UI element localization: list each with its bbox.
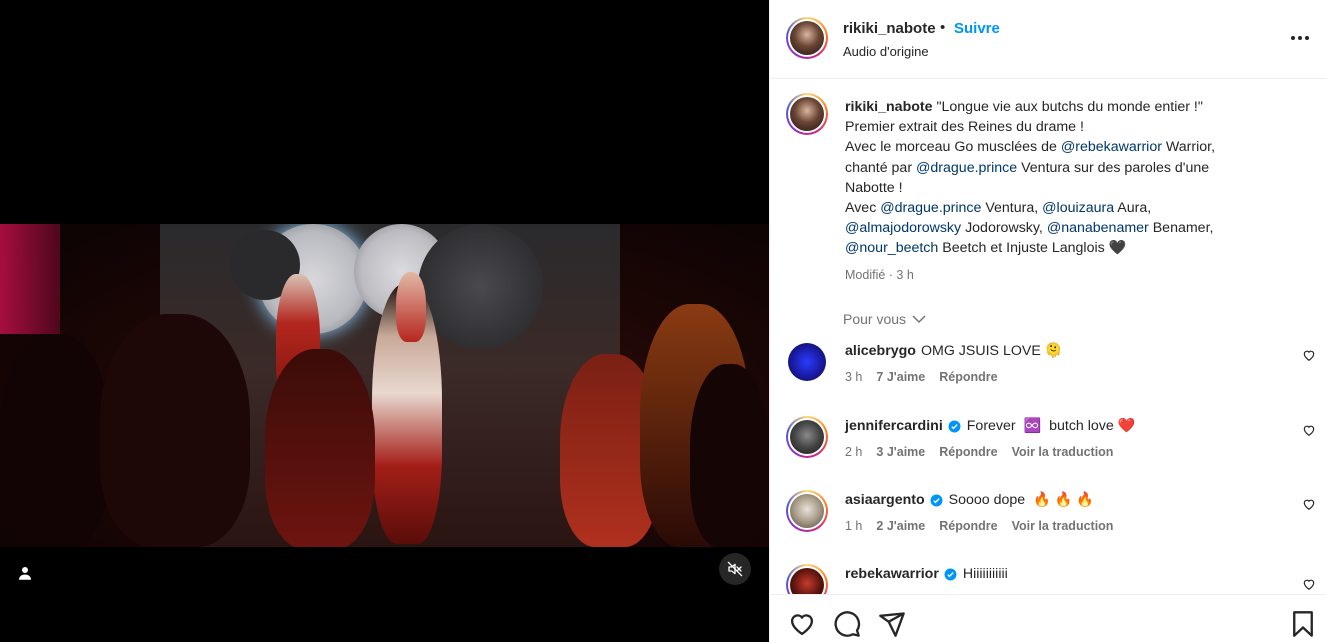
caption-text: rikiki_nabote "Longue vie aux butchs du … bbox=[845, 97, 1285, 259]
caption-line: Avec le morceau Go musclées de bbox=[845, 139, 1061, 156]
reply-button[interactable]: Répondre bbox=[939, 445, 997, 459]
avatar[interactable] bbox=[786, 416, 828, 458]
avatar[interactable] bbox=[786, 341, 828, 383]
comment-username[interactable]: asiaargento bbox=[845, 492, 925, 508]
caption-line: chanté par bbox=[845, 159, 916, 176]
comment-text: Soooo dope bbox=[948, 492, 1026, 508]
post-header: rikiki_nabote • Suivre Audio d'origine bbox=[770, 0, 1327, 79]
comment-username[interactable]: jennifercardini bbox=[845, 418, 943, 434]
caption-username[interactable]: rikiki_nabote bbox=[845, 99, 933, 115]
reply-button[interactable]: Répondre bbox=[939, 370, 997, 384]
avatar[interactable] bbox=[786, 17, 828, 59]
see-translation-button[interactable]: Voir la traduction bbox=[1012, 519, 1114, 533]
caption-line: Beetch et Injuste Langlois bbox=[938, 240, 1109, 257]
bookmark-icon[interactable] bbox=[1289, 610, 1317, 638]
heart-icon[interactable] bbox=[1302, 423, 1316, 437]
comment-likes[interactable]: 2 J'aime bbox=[876, 519, 925, 533]
caption-line: Jodorowsky, bbox=[961, 220, 1047, 237]
sort-label: Pour vous bbox=[843, 311, 907, 327]
reply-button[interactable]: Répondre bbox=[939, 519, 997, 533]
caption-line: Benamer, bbox=[1148, 220, 1214, 237]
caption-line: Warrior, bbox=[1161, 139, 1216, 156]
comment-time: 3 h bbox=[845, 370, 863, 384]
fire-emoji: 🔥 🔥 🔥 bbox=[1033, 492, 1094, 508]
post-author-username[interactable]: rikiki_nabote bbox=[843, 20, 936, 37]
audience-member bbox=[100, 314, 250, 547]
caption-line: Aura, bbox=[1114, 200, 1152, 217]
caption-line: Premier extrait des Reines du drame ! bbox=[845, 119, 1084, 136]
comment-icon[interactable] bbox=[833, 610, 861, 638]
original-audio-link[interactable]: Audio d'origine bbox=[843, 44, 929, 59]
comment-text: OMG JSUIS LOVE bbox=[920, 343, 1041, 359]
mention-link[interactable]: @nanabenamer bbox=[1047, 220, 1149, 236]
mention-link[interactable]: @louizaura bbox=[1042, 200, 1114, 216]
post-action-bar bbox=[770, 594, 1326, 642]
muted-speaker-icon bbox=[727, 561, 743, 577]
black-heart-emoji: 🖤 bbox=[1108, 240, 1127, 257]
comment-text: Hiiiiiiiiiii bbox=[962, 566, 1008, 582]
melting-face-emoji: 🫠 bbox=[1044, 343, 1063, 359]
heart-icon[interactable] bbox=[1302, 348, 1316, 362]
stage-light bbox=[0, 224, 60, 334]
heart-icon[interactable] bbox=[1302, 497, 1316, 511]
mention-link[interactable]: @rebekawarrior bbox=[1061, 139, 1162, 155]
comment-item: jennifercardini Forever ♾️ butch love ❤️… bbox=[770, 416, 1326, 476]
comment-likes[interactable]: 7 J'aime bbox=[876, 370, 925, 384]
caption-line: Nabotte ! bbox=[845, 179, 903, 196]
verified-badge-icon bbox=[944, 568, 957, 580]
send-icon[interactable] bbox=[878, 610, 906, 638]
verified-badge-icon bbox=[948, 420, 961, 432]
caption-line: Ventura, bbox=[981, 200, 1043, 217]
audience-member bbox=[265, 349, 375, 547]
verified-badge-icon bbox=[930, 494, 943, 506]
avatar[interactable] bbox=[786, 93, 828, 135]
chevron-down-icon bbox=[912, 315, 926, 324]
mention-link[interactable]: @nour_beetch bbox=[845, 240, 938, 256]
comment-time: 1 h bbox=[845, 519, 863, 533]
comment-item: asiaargento Soooo dope 🔥 🔥 🔥 1 h 2 J'aim… bbox=[770, 490, 1326, 550]
caption-line: Ventura sur des paroles d'une bbox=[1017, 159, 1210, 176]
user-tag-icon[interactable] bbox=[16, 564, 34, 582]
red-heart-emoji: ❤️ bbox=[1117, 418, 1136, 434]
mention-link[interactable]: @drague.prince bbox=[880, 200, 981, 216]
comment-text: Forever bbox=[966, 418, 1016, 434]
heart-icon[interactable] bbox=[1302, 577, 1316, 591]
post-side-panel: rikiki_nabote • Suivre Audio d'origine r… bbox=[769, 0, 1327, 642]
heart-icon[interactable] bbox=[788, 610, 816, 638]
caption-timestamp: Modifié · 3 h bbox=[845, 268, 914, 282]
comment-time: 2 h bbox=[845, 445, 863, 459]
caption-line: Avec bbox=[845, 200, 881, 217]
comment-username[interactable]: rebekawarrior bbox=[845, 566, 939, 582]
avatar[interactable] bbox=[786, 564, 828, 594]
mute-button[interactable] bbox=[719, 553, 751, 585]
performer bbox=[396, 272, 426, 342]
comment-item: rebekawarrior Hiiiiiiiiiii bbox=[770, 564, 1326, 594]
caption-line: "Longue vie aux butchs du monde entier !… bbox=[932, 99, 1203, 115]
comment-item: alicebrygo OMG JSUIS LOVE 🫠 3 h 7 J'aime… bbox=[770, 341, 1326, 401]
separator-dot: • bbox=[940, 19, 946, 36]
comment-username[interactable]: alicebrygo bbox=[845, 343, 916, 359]
stage-disc bbox=[418, 224, 543, 349]
mention-link[interactable]: @drague.prince bbox=[916, 160, 1017, 176]
video-player[interactable] bbox=[0, 224, 769, 547]
see-translation-button[interactable]: Voir la traduction bbox=[1012, 445, 1114, 459]
comment-sort-dropdown[interactable]: Pour vous bbox=[843, 311, 926, 327]
avatar[interactable] bbox=[786, 490, 828, 532]
mention-link[interactable]: @almajodorowsky bbox=[845, 220, 961, 236]
audience-member bbox=[0, 334, 110, 547]
more-options-icon[interactable] bbox=[1288, 30, 1312, 46]
infinity-emoji: ♾️ bbox=[1023, 418, 1042, 434]
audience-member bbox=[690, 364, 769, 547]
follow-button[interactable]: Suivre bbox=[954, 20, 1000, 37]
post-media[interactable] bbox=[0, 0, 769, 642]
comment-text: butch love bbox=[1049, 418, 1114, 434]
comment-likes[interactable]: 3 J'aime bbox=[876, 445, 925, 459]
